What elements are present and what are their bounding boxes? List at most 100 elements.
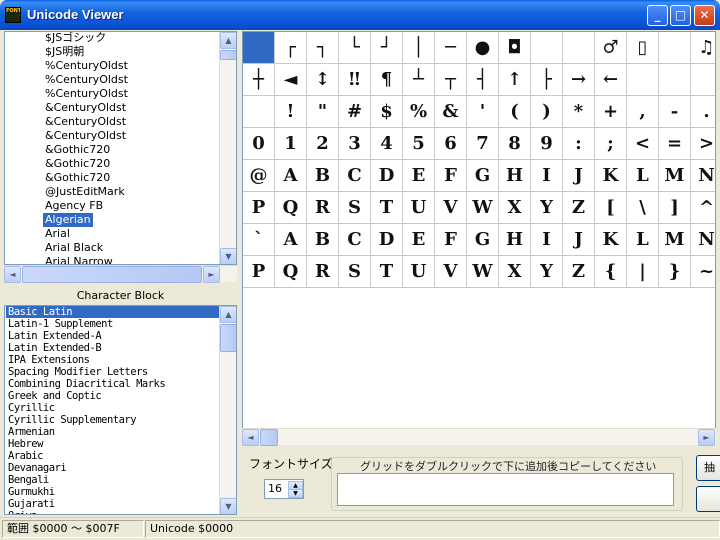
- grid-cell[interactable]: [531, 32, 563, 64]
- grid-cell[interactable]: [243, 96, 275, 128]
- font-list-item[interactable]: Arial: [45, 227, 70, 241]
- grid-cell[interactable]: <: [627, 128, 659, 160]
- block-list-item[interactable]: Greek and Coptic: [8, 390, 102, 402]
- grid-cell[interactable]: F: [435, 160, 467, 192]
- character-block-list[interactable]: OriyaGujaratiGurmukhiBengaliDevanagariAr…: [4, 305, 237, 515]
- grid-cell[interactable]: X: [499, 192, 531, 224]
- font-list-item[interactable]: Agency FB: [45, 199, 103, 213]
- grid-cell[interactable]: >: [691, 128, 715, 160]
- minimize-button[interactable]: _: [647, 5, 668, 26]
- block-list-item[interactable]: Spacing Modifier Letters: [8, 366, 148, 378]
- grid-cell[interactable]: J: [563, 224, 595, 256]
- grid-cell[interactable]: V: [435, 256, 467, 288]
- grid-cell[interactable]: {: [595, 256, 627, 288]
- maximize-button[interactable]: □: [670, 5, 691, 26]
- grid-cell[interactable]: |: [627, 256, 659, 288]
- font-list-item[interactable]: &Gothic720: [45, 171, 110, 185]
- grid-cell[interactable]: ♫: [691, 32, 715, 64]
- grid-cell[interactable]: 5: [403, 128, 435, 160]
- grid-cell[interactable]: #: [339, 96, 371, 128]
- scroll-left-icon[interactable]: ◄: [242, 429, 259, 446]
- grid-cell[interactable]: ↑: [499, 64, 531, 96]
- grid-cell[interactable]: K: [595, 224, 627, 256]
- grid-cell[interactable]: ◘: [499, 32, 531, 64]
- character-grid[interactable]: ┌ ┐ └ ┘ │ ─ ● ◘ ♂ ▯ ♫ ┼ ◄ ↕ ‼ ¶ ┴ ┬ ┤ ↑ ├ → ←! " # $% & '() * +, -. 0 1 2…: [242, 31, 716, 445]
- grid-cell[interactable]: M: [659, 224, 691, 256]
- grid-cell[interactable]: U: [403, 192, 435, 224]
- font-list-item[interactable]: Arial Narrow: [45, 255, 113, 264]
- grid-cell[interactable]: P: [243, 192, 275, 224]
- grid-cell[interactable]: L: [627, 160, 659, 192]
- font-list-item[interactable]: Arial Black: [45, 241, 103, 255]
- scroll-thumb[interactable]: [220, 50, 236, 60]
- grid-cell[interactable]: └: [339, 32, 371, 64]
- side-button-2[interactable]: [696, 486, 720, 512]
- font-list-item[interactable]: &CenturyOldst: [45, 129, 126, 143]
- grid-cell[interactable]: Q: [275, 256, 307, 288]
- grid-cell[interactable]: S: [339, 192, 371, 224]
- grid-cell[interactable]: @: [243, 160, 275, 192]
- grid-cell[interactable]: E: [403, 160, 435, 192]
- grid-cell[interactable]: 7: [467, 128, 499, 160]
- grid-cell[interactable]: A: [275, 224, 307, 256]
- block-list-item[interactable]: Gurmukhi: [8, 486, 55, 498]
- grid-cell[interactable]: B: [307, 160, 339, 192]
- grid-cell[interactable]: A: [275, 160, 307, 192]
- block-list-item[interactable]: Arabic: [8, 450, 43, 462]
- scroll-left-icon[interactable]: ◄: [4, 266, 21, 283]
- scroll-thumb[interactable]: [220, 324, 236, 352]
- grid-cell[interactable]: 9: [531, 128, 563, 160]
- grid-cell[interactable]: [243, 32, 275, 64]
- grid-cell[interactable]: Y: [531, 192, 563, 224]
- grid-cell[interactable]: 4: [371, 128, 403, 160]
- grid-cell[interactable]: ◄: [275, 64, 307, 96]
- grid-cell[interactable]: ┴: [403, 64, 435, 96]
- block-list-item[interactable]: Latin Extended-A: [8, 330, 102, 342]
- grid-cell[interactable]: Q: [275, 192, 307, 224]
- grid-cell[interactable]: ┐: [307, 32, 339, 64]
- grid-cell[interactable]: [563, 32, 595, 64]
- grid-cell[interactable]: Z: [563, 192, 595, 224]
- grid-cell[interactable]: B: [307, 224, 339, 256]
- grid-cell[interactable]: D: [371, 224, 403, 256]
- spin-down-icon[interactable]: ▼: [288, 489, 303, 498]
- grid-cell[interactable]: $: [371, 96, 403, 128]
- block-list-item[interactable]: Devanagari: [8, 462, 67, 474]
- block-list-item[interactable]: Oriya: [8, 510, 38, 514]
- copy-text-field[interactable]: [337, 473, 674, 506]
- grid-cell[interactable]: ;: [595, 128, 627, 160]
- font-list-item[interactable]: %CenturyOldst: [45, 87, 128, 101]
- grid-cell[interactable]: S: [339, 256, 371, 288]
- font-list-item[interactable]: Algerian: [43, 213, 93, 227]
- font-list-item[interactable]: &CenturyOldst: [45, 115, 126, 129]
- grid-cell[interactable]: H: [499, 224, 531, 256]
- grid-cell[interactable]: &: [435, 96, 467, 128]
- grid-cell[interactable]: 0: [243, 128, 275, 160]
- block-list-item[interactable]: Cyrillic Supplementary: [8, 414, 137, 426]
- font-list-item[interactable]: @JustEditMark: [45, 185, 125, 199]
- block-list-item[interactable]: Latin-1 Supplement: [8, 318, 113, 330]
- grid-cell[interactable]: ├: [531, 64, 563, 96]
- font-list-item[interactable]: %CenturyOldst: [45, 59, 128, 73]
- grid-cell[interactable]: N: [691, 160, 715, 192]
- grid-cell[interactable]: ": [307, 96, 339, 128]
- grid-cell[interactable]: ~: [691, 256, 715, 288]
- grid-cell[interactable]: ¶: [371, 64, 403, 96]
- grid-cell[interactable]: F: [435, 224, 467, 256]
- scroll-down-icon[interactable]: ▼: [220, 498, 236, 514]
- grid-cell[interactable]: [659, 32, 691, 64]
- grid-cell[interactable]: Z: [563, 256, 595, 288]
- grid-cell[interactable]: M: [659, 160, 691, 192]
- grid-cell[interactable]: H: [499, 160, 531, 192]
- grid-cell[interactable]: ┼: [243, 64, 275, 96]
- grid-cell[interactable]: 1: [275, 128, 307, 160]
- grid-cell[interactable]: 6: [435, 128, 467, 160]
- grid-cell[interactable]: I: [531, 160, 563, 192]
- grid-cell[interactable]: G: [467, 160, 499, 192]
- grid-cell[interactable]: ┘: [371, 32, 403, 64]
- block-list-item[interactable]: Combining Diacritical Marks: [8, 378, 166, 390]
- block-list-item[interactable]: Gujarati: [8, 498, 55, 510]
- block-list-vertical-scrollbar[interactable]: ▲ ▼: [219, 306, 236, 514]
- font-list-item[interactable]: &Gothic720: [45, 143, 110, 157]
- grid-cell[interactable]: ↕: [307, 64, 339, 96]
